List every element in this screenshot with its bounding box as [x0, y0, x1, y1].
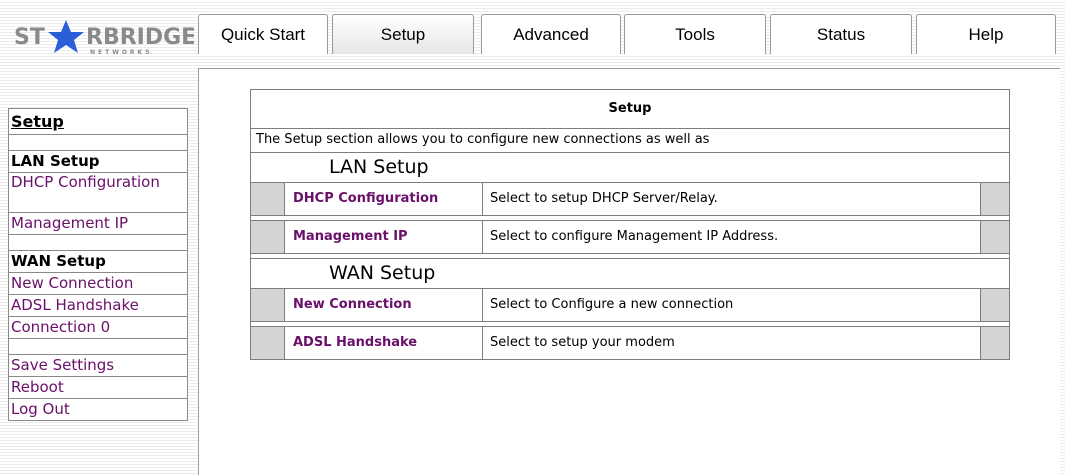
tab-status[interactable]: Status: [770, 14, 912, 54]
top-nav-tabs: Quick Start Setup Advanced Tools Status …: [198, 14, 1058, 58]
table-row: New Connection Select to Configure a new…: [251, 289, 1009, 322]
tab-advanced[interactable]: Advanced: [481, 14, 621, 54]
sidebar: Setup LAN Setup DHCP Configuration Manag…: [8, 108, 188, 421]
row-marker: [981, 183, 1009, 215]
setup-table: Setup The Setup section allows you to co…: [250, 89, 1010, 360]
row-description: Select to Configure a new connection: [483, 289, 981, 321]
logo-text-rbridge: RBRIDGE: [86, 25, 194, 50]
tab-help[interactable]: Help: [916, 14, 1056, 54]
row-marker: [251, 221, 285, 253]
logo-subtext: NETWORKS: [90, 49, 153, 56]
sidebar-item-dhcp[interactable]: DHCP Configuration: [8, 173, 188, 213]
sidebar-spacer: [8, 135, 188, 151]
link-dhcp-configuration[interactable]: DHCP Configuration: [285, 183, 483, 215]
row-marker: [981, 289, 1009, 321]
sidebar-item-save-settings[interactable]: Save Settings: [8, 355, 188, 377]
link-adsl-handshake[interactable]: ADSL Handshake: [285, 327, 483, 359]
tab-setup[interactable]: Setup: [332, 14, 474, 54]
row-description: Select to setup your modem: [483, 327, 981, 359]
link-management-ip[interactable]: Management IP: [285, 221, 483, 253]
sidebar-item-connection-0[interactable]: Connection 0: [8, 317, 188, 339]
section-heading-wan: WAN Setup: [251, 259, 1009, 289]
row-description: Select to setup DHCP Server/Relay.: [483, 183, 981, 215]
sidebar-item-new-connection[interactable]: New Connection: [8, 273, 188, 295]
row-marker: [251, 327, 285, 359]
starbridge-logo: ST RBRIDGE NETWORKS: [12, 16, 196, 58]
row-marker: [251, 183, 285, 215]
tab-quick-start[interactable]: Quick Start: [198, 14, 328, 54]
row-marker: [981, 327, 1009, 359]
sidebar-heading-wan: WAN Setup: [8, 251, 188, 273]
logo-graphic: ST RBRIDGE NETWORKS: [14, 20, 196, 56]
section-heading-lan: LAN Setup: [251, 153, 1009, 183]
link-new-connection[interactable]: New Connection: [285, 289, 483, 321]
sidebar-item-reboot[interactable]: Reboot: [8, 377, 188, 399]
star-icon: [48, 20, 84, 53]
sidebar-spacer: [8, 235, 188, 251]
table-row: DHCP Configuration Select to setup DHCP …: [251, 183, 1009, 216]
table-row: Management IP Select to configure Manage…: [251, 221, 1009, 254]
logo-text-st: ST: [14, 25, 45, 50]
row-description: Select to configure Management IP Addres…: [483, 221, 981, 253]
section-description: The Setup section allows you to configur…: [251, 129, 1009, 153]
sidebar-item-log-out[interactable]: Log Out: [8, 399, 188, 421]
sidebar-spacer: [8, 339, 188, 355]
sidebar-item-adsl-handshake[interactable]: ADSL Handshake: [8, 295, 188, 317]
sidebar-item-management-ip[interactable]: Management IP: [8, 213, 188, 235]
sidebar-title: Setup: [8, 108, 188, 135]
page-title: Setup: [251, 90, 1009, 129]
tab-tools[interactable]: Tools: [624, 14, 766, 54]
sidebar-heading-lan: LAN Setup: [8, 151, 188, 173]
table-row: ADSL Handshake Select to setup your mode…: [251, 327, 1009, 359]
row-marker: [981, 221, 1009, 253]
row-marker: [251, 289, 285, 321]
